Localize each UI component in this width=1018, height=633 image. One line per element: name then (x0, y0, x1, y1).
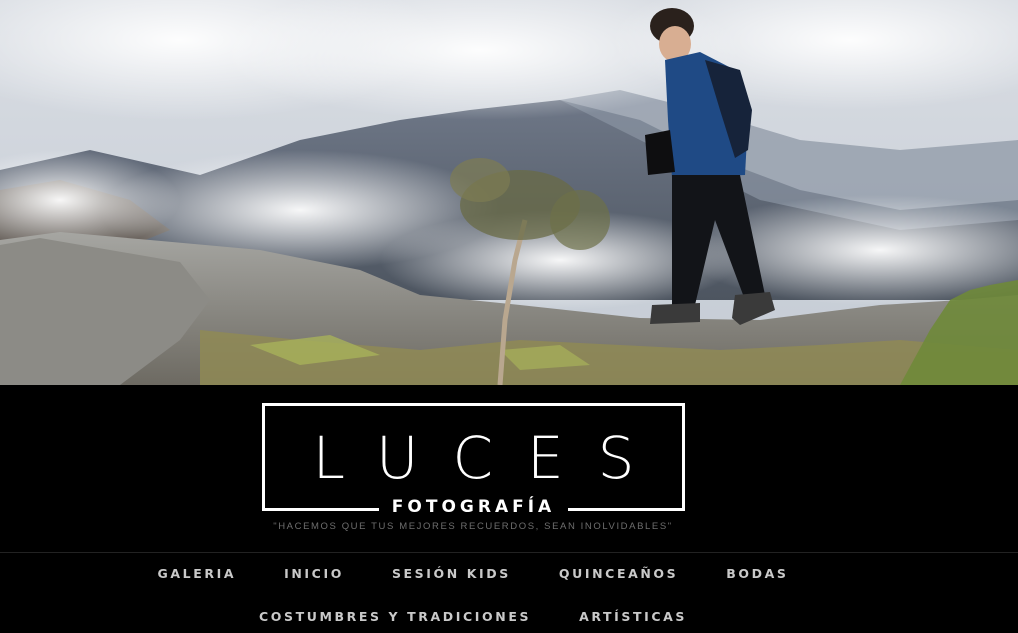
nav-item-inicio[interactable]: INICIO (260, 566, 368, 581)
main-navigation: GALERIA INICIO SESIÓN KIDS QUINCEAÑOS BO… (0, 552, 1018, 633)
nav-item-costumbres-y-tradiciones[interactable]: COSTUMBRES Y TRADICIONES (235, 609, 555, 624)
nav-row-primary: GALERIA INICIO SESIÓN KIDS QUINCEAÑOS BO… (0, 566, 946, 581)
nav-item-quinceanos[interactable]: QUINCEAÑOS (535, 566, 702, 581)
nav-item-artisticas[interactable]: ARTÍSTICAS (555, 609, 711, 624)
nav-item-bodas[interactable]: BODAS (702, 566, 812, 581)
logo-wordmark: LUCES (312, 424, 669, 492)
site-header: LUCES FOTOGRAFÍA "HACEMOS QUE TUS MEJORE… (0, 385, 1018, 553)
nav-item-sesion-kids[interactable]: SESIÓN KIDS (368, 566, 535, 581)
hero-photo (0, 0, 1018, 385)
nav-row-secondary: COSTUMBRES Y TRADICIONES ARTÍSTICAS (0, 609, 946, 624)
site-tagline: "HACEMOS QUE TUS MEJORES RECUERDOS, SEAN… (273, 521, 673, 532)
logo-subtitle: FOTOGRAFÍA (379, 495, 568, 519)
nav-item-galeria[interactable]: GALERIA (134, 566, 261, 581)
hero-image (0, 0, 1018, 385)
site-logo[interactable]: LUCES FOTOGRAFÍA (262, 403, 685, 519)
